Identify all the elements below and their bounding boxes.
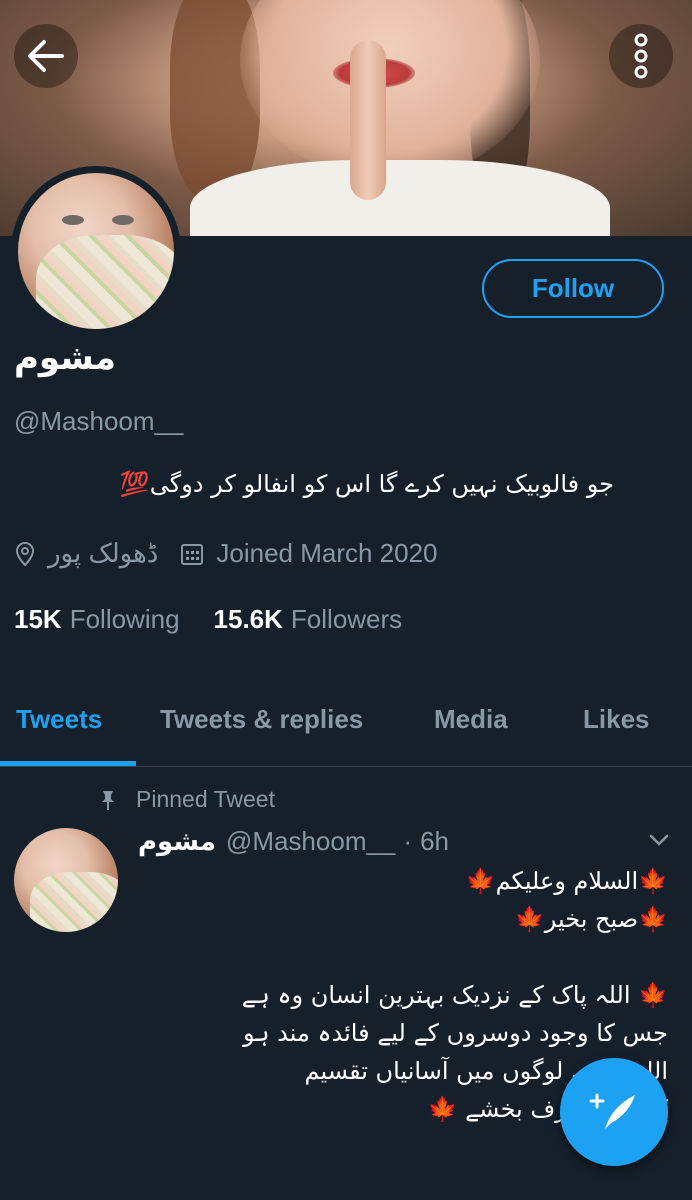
tab-likes[interactable]: Likes (583, 704, 650, 735)
tweet-author-handle: @Mashoom__ (225, 826, 396, 856)
tab-media[interactable]: Media (434, 704, 508, 735)
location-pin-icon (15, 541, 35, 566)
back-arrow-icon (28, 40, 64, 72)
back-button[interactable] (14, 24, 78, 88)
tweet-time: 6h (420, 826, 449, 856)
joined-text: Joined March 2020 (216, 538, 438, 568)
tweet-line: 🍁السلام وعلیکم🍁 (465, 867, 668, 895)
followers-link[interactable]: 15.6K Followers (214, 604, 403, 635)
pinned-text: Pinned Tweet (136, 786, 275, 812)
profile-avatar[interactable] (11, 166, 181, 336)
calendar-icon (181, 543, 204, 565)
tweet-author-name[interactable]: مشوم (138, 827, 216, 857)
tweet-separator: · (403, 826, 413, 856)
profile-meta: ڈھولک پور Joined March 2020 (14, 538, 460, 569)
pinned-tweet-label: Pinned Tweet (100, 786, 275, 813)
following-count: 15K (14, 604, 62, 634)
tweet-line: 🍁صبح بخیر🍁 (514, 905, 668, 933)
location-text: ڈھولک پور (48, 538, 159, 568)
pin-icon (102, 790, 114, 810)
follow-button[interactable]: Follow (482, 259, 664, 318)
chevron-down-icon (649, 834, 669, 846)
following-link[interactable]: 15K Following (14, 604, 180, 635)
profile-joined: Joined March 2020 (180, 538, 438, 569)
profile-name: مشوم (14, 338, 116, 378)
more-options-button[interactable] (609, 24, 673, 88)
profile-tabs: Tweets Tweets & replies Media Likes (0, 676, 692, 767)
profile-stats: 15K Following 15.6K Followers (14, 604, 436, 635)
tweet-line: 🍁 اللہ پاک کے نزدیک بہترین انسان وہ ہے (241, 981, 668, 1009)
tweet-author-avatar[interactable] (14, 828, 118, 932)
profile-bio: جو فالوبیک نہیں کرے گا اس کو انفالو کر د… (119, 470, 614, 498)
following-label: Following (69, 604, 180, 634)
tab-tweets-replies[interactable]: Tweets & replies (160, 704, 363, 735)
tweet-options-button[interactable] (648, 832, 670, 851)
followers-label: Followers (290, 604, 403, 634)
compose-tweet-icon (589, 1093, 635, 1129)
followers-count: 15.6K (213, 604, 283, 634)
tweet-header: مشوم @Mashoom__ · 6h (138, 826, 449, 857)
active-tab-indicator (0, 761, 136, 766)
more-vertical-icon (634, 33, 648, 79)
compose-tweet-button[interactable] (560, 1058, 668, 1166)
tab-tweets[interactable]: Tweets (16, 704, 102, 735)
profile-handle: @Mashoom__ (14, 406, 184, 436)
profile-location: ڈھولک پور (14, 538, 158, 569)
tweet-line: جس کا وجود دوسروں کے لیے فائدہ مند ہو (243, 1019, 668, 1047)
